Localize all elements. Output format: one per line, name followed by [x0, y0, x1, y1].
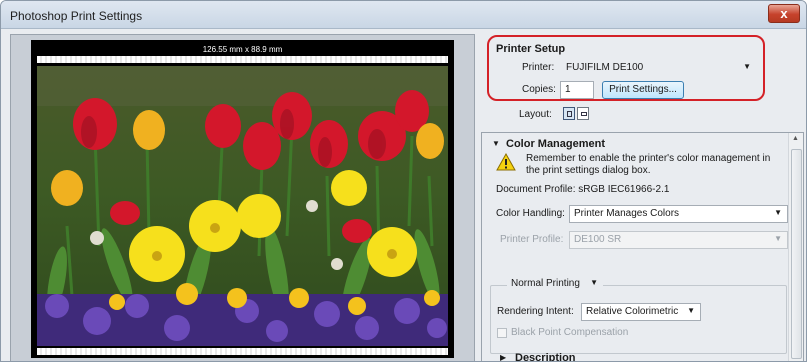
- landscape-layout-icon[interactable]: [577, 107, 589, 120]
- scroll-up-icon[interactable]: ▲: [792, 135, 799, 142]
- paper-edge-top: [37, 56, 448, 63]
- paper-edge-bottom: [37, 348, 448, 355]
- portrait-layout-icon[interactable]: [563, 107, 575, 120]
- triangle-down-icon[interactable]: ▼: [492, 139, 500, 148]
- black-point-checkbox[interactable]: [497, 328, 507, 338]
- rendering-intent-select[interactable]: Relative Colorimetric ▼: [581, 303, 701, 321]
- color-management-title[interactable]: Color Management: [506, 138, 605, 150]
- tulip-photo: [37, 66, 448, 346]
- layout-label: Layout:: [519, 109, 552, 120]
- rendering-intent-label: Rendering Intent:: [497, 306, 574, 317]
- chevron-down-icon: ▼: [774, 234, 782, 243]
- color-management-note: Remember to enable the printer's color m…: [526, 153, 771, 176]
- printer-profile-value: DE100 SR: [574, 234, 622, 245]
- window-title: Photoshop Print Settings: [10, 9, 143, 23]
- color-handling-value: Printer Manages Colors: [574, 208, 680, 219]
- chevron-down-icon: ▼: [774, 208, 782, 217]
- chevron-down-icon: ▼: [590, 278, 598, 287]
- print-dimensions: 126.55 mm x 88.9 mm: [202, 45, 283, 54]
- document-profile: Document Profile: sRGB IEC61966-2.1: [496, 184, 670, 195]
- print-preview[interactable]: 126.55 mm x 88.9 mm: [31, 40, 454, 358]
- printer-value: FUJIFILM DE100: [566, 62, 644, 73]
- chevron-down-icon: ▼: [743, 62, 751, 71]
- printer-select[interactable]: FUJIFILM DE100 ▼: [561, 59, 757, 77]
- printing-mode-value: Normal Printing: [511, 278, 580, 289]
- printer-setup-group: Printer Setup Printer: FUJIFILM DE100 ▼ …: [487, 35, 765, 101]
- printer-profile-select[interactable]: DE100 SR ▼: [569, 231, 788, 249]
- triangle-right-icon[interactable]: ▶: [500, 353, 506, 361]
- settings-scroll-panel[interactable]: ▼ Color Management Remember to enable th…: [481, 132, 804, 361]
- copies-input[interactable]: 1: [560, 81, 594, 99]
- color-handling-label: Color Handling:: [496, 208, 565, 219]
- close-button[interactable]: x: [768, 4, 800, 23]
- printing-mode-select[interactable]: Normal Printing ▼: [507, 276, 603, 294]
- printer-setup-title: Printer Setup: [496, 43, 566, 55]
- print-settings-window: Photoshop Print Settings x 126.55 mm x 8…: [0, 0, 807, 362]
- close-icon: x: [780, 6, 788, 21]
- chevron-down-icon: ▼: [687, 306, 695, 315]
- rendering-intent-value: Relative Colorimetric: [586, 306, 679, 317]
- copies-label: Copies:: [522, 84, 556, 95]
- printer-profile-label: Printer Profile:: [500, 234, 564, 245]
- color-handling-select[interactable]: Printer Manages Colors ▼: [569, 205, 788, 223]
- print-mode-group: Normal Printing ▼ Rendering Intent: Rela…: [490, 276, 787, 354]
- vertical-scrollbar[interactable]: ▲: [788, 133, 803, 361]
- print-settings-button[interactable]: Print Settings...: [602, 81, 684, 99]
- black-point-label: Black Point Compensation: [511, 327, 629, 338]
- title-bar[interactable]: Photoshop Print Settings x: [1, 1, 806, 29]
- description-title[interactable]: Description: [515, 352, 576, 361]
- printer-label: Printer:: [522, 62, 555, 73]
- warning-icon: [496, 153, 516, 171]
- preview-panel: 126.55 mm x 88.9 mm: [10, 34, 475, 361]
- scrollbar-thumb[interactable]: [791, 149, 802, 359]
- dialog-body: 126.55 mm x 88.9 mm Printer Setup Printe…: [9, 30, 804, 361]
